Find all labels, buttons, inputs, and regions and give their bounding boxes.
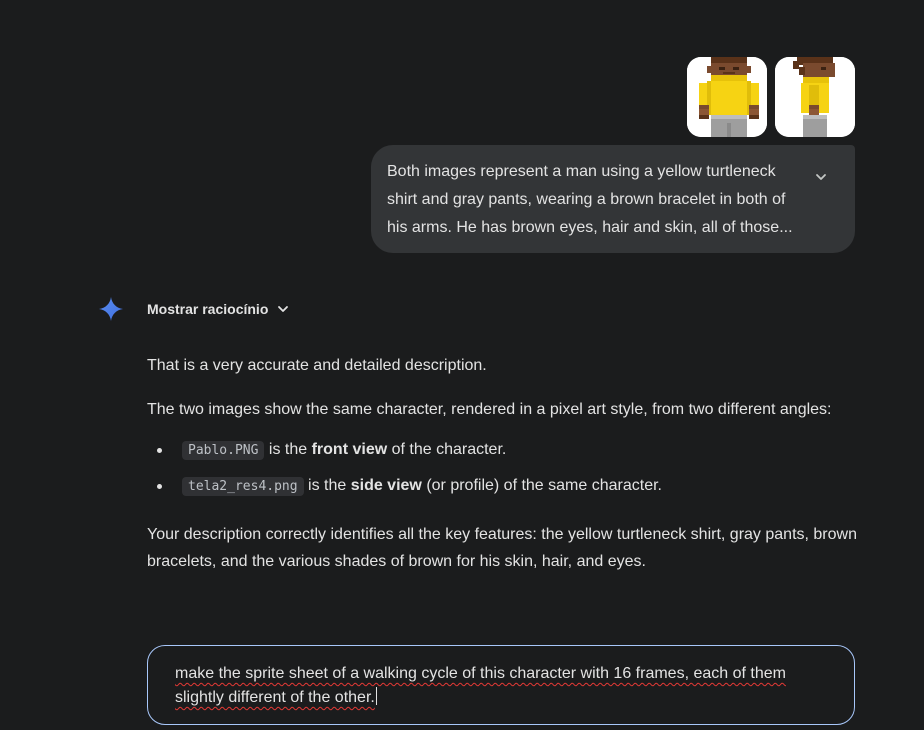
expand-chevron-icon[interactable] [813,169,829,185]
response-bullet-list: Pablo.PNG is the front view of the chara… [147,432,867,504]
pixel-character-front-image [687,57,767,137]
chat-page: Both images represent a man using a yell… [0,0,924,730]
list-item: Pablo.PNG is the front view of the chara… [147,432,867,468]
gemini-spark-icon [99,297,123,321]
user-message-bubble: Both images represent a man using a yell… [371,145,855,253]
prompt-input[interactable]: make the sprite sheet of a walking cycle… [147,645,855,725]
attachment-side-view[interactable] [775,57,855,137]
response-paragraph-3: Your description correctly identifies al… [147,526,857,570]
bullet-bold-text: side view [350,477,422,494]
chevron-down-icon [278,306,289,312]
bullet-bold-text: front view [311,441,388,458]
prompt-input-text[interactable]: make the sprite sheet of a walking cycle… [175,665,786,706]
inline-code-filename: Pablo.PNG [182,441,265,460]
bullet-text: (or profile) of the same character. [421,477,662,494]
response-paragraph-2: The two images show the same character, … [147,401,832,418]
bullet-text: is the [264,441,312,458]
model-response: That is a very accurate and detailed des… [147,352,867,575]
show-reasoning-toggle[interactable]: Mostrar raciocínio [147,299,290,319]
inline-code-filename: tela2_res4.png [182,477,304,496]
pixel-character-side-image [775,57,855,137]
response-paragraph-1: That is a very accurate and detailed des… [147,357,487,374]
list-item: tela2_res4.png is the side view (or prof… [147,468,867,504]
user-message-text: Both images represent a man using a yell… [387,163,793,236]
show-reasoning-label: Mostrar raciocínio [147,301,269,317]
bullet-text: is the [303,477,351,494]
attachment-front-view[interactable] [687,57,767,137]
bullet-text: of the character. [387,441,507,458]
text-caret [375,687,377,705]
